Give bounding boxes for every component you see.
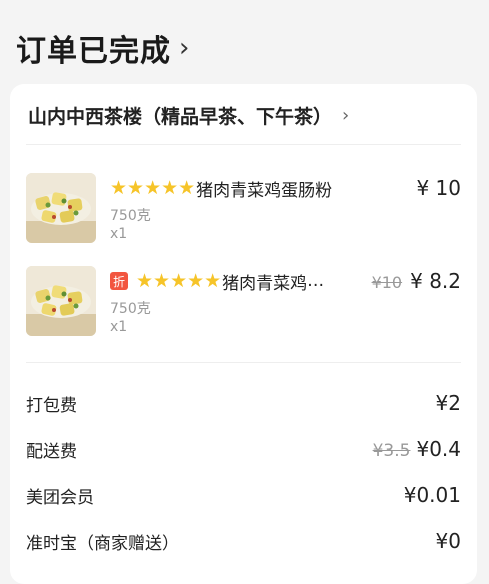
item-spec: 750克 <box>110 301 151 317</box>
order-status-title: 订单已完成 <box>16 34 171 69</box>
fee-label: 配送费 <box>26 441 77 462</box>
order-item[interactable]: ★★★★★ 猪肉青菜鸡蛋肠粉 ¥ 10 750克 x1 <box>26 173 461 245</box>
food-thumbnail <box>26 266 96 336</box>
item-price: ¥ 8.2 <box>410 269 461 293</box>
truncation-ellipsis: … <box>307 271 325 291</box>
chevron-right-icon: › <box>342 105 350 126</box>
fee-original-amount: ¥3.5 <box>372 441 411 461</box>
fee-row-membership: 美团会员 ¥0.01 <box>26 482 461 508</box>
star-rating-icon: ★★★★★ <box>110 176 196 199</box>
order-card: 山内中西茶楼（精品早茶、下午茶） › ★★★★★ 猪肉青菜鸡蛋肠粉 ¥ 10 7… <box>10 84 477 584</box>
item-name: 猪肉青菜鸡 <box>222 273 308 294</box>
item-quantity: x1 <box>110 319 128 335</box>
item-original-price: ¥10 <box>371 273 403 292</box>
fee-label: 美团会员 <box>26 487 94 508</box>
item-name: 猪肉青菜鸡蛋肠粉 <box>196 180 333 201</box>
item-price: ¥ 10 <box>416 176 461 200</box>
discount-badge: 折 <box>110 272 128 290</box>
fee-amount: ¥0 <box>435 529 461 553</box>
fee-amount: ¥2 <box>435 391 461 415</box>
fee-label: 准时宝（商家赠送） <box>26 533 179 554</box>
divider <box>26 144 461 145</box>
fee-amount: ¥0.01 <box>403 483 461 507</box>
food-thumbnail <box>26 173 96 243</box>
star-rating-icon: ★★★★★ <box>136 269 222 292</box>
order-status-header[interactable]: 订单已完成 › <box>16 26 189 70</box>
fee-row-ontime-guarantee: 准时宝（商家赠送） ¥0 <box>26 528 461 554</box>
shop-name: 山内中西茶楼（精品早茶、下午茶） <box>28 106 333 128</box>
fee-amount: ¥0.4 <box>416 437 461 461</box>
fee-row-packaging: 打包费 ¥2 <box>26 390 461 416</box>
chevron-right-icon: › <box>179 33 190 63</box>
fee-row-delivery: 配送费 ¥3.5 ¥0.4 <box>26 436 461 462</box>
item-spec: 750克 <box>110 208 151 224</box>
shop-link[interactable]: 山内中西茶楼（精品早茶、下午茶） › <box>28 102 459 129</box>
item-quantity: x1 <box>110 226 128 242</box>
fee-label: 打包费 <box>26 395 77 416</box>
order-item[interactable]: 折 ★★★★★ 猪肉青菜鸡 … ¥10 ¥ 8.2 750克 x1 <box>26 266 461 338</box>
divider <box>26 362 461 363</box>
